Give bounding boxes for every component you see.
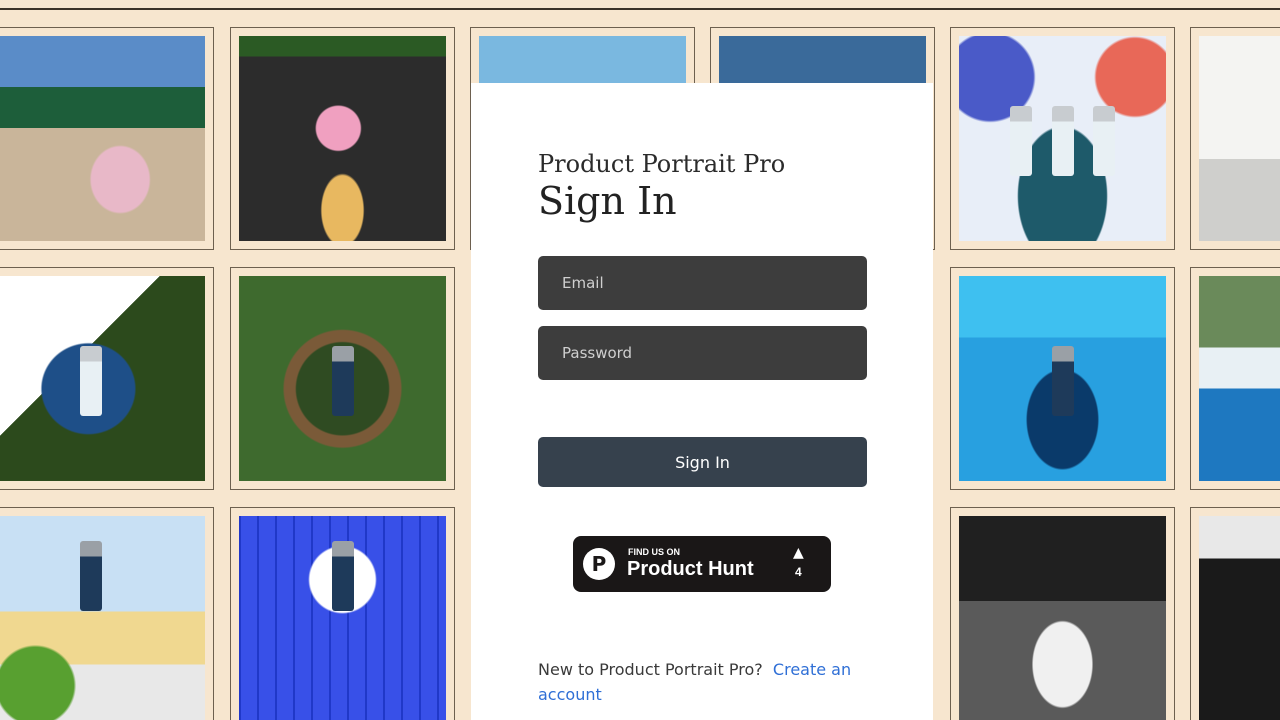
signup-prompt: New to Product Portrait Pro? Create an a… xyxy=(538,657,858,707)
serum-bottle xyxy=(331,541,354,612)
gallery-tile xyxy=(950,507,1175,720)
product-hunt-find-us-text: FIND US ON xyxy=(628,547,681,557)
serum-bottle xyxy=(79,345,102,416)
serum-in-basket-image xyxy=(0,276,205,481)
serum-bottle xyxy=(79,541,102,612)
serum-water-pedestal-image xyxy=(959,276,1166,481)
serum-bottle xyxy=(1051,105,1074,176)
product-hunt-badge[interactable]: P FIND US ON Product Hunt ▲ 4 xyxy=(573,536,831,592)
gallery-tile xyxy=(230,27,455,250)
password-field[interactable] xyxy=(538,326,867,380)
gallery-tile xyxy=(950,27,1175,250)
gallery-tile xyxy=(1190,27,1280,250)
serum-bottles-flowers-image xyxy=(959,36,1166,241)
upvote-arrow-icon: ▲ xyxy=(793,545,804,561)
signin-card: Product Portrait Pro Sign In Sign In P F… xyxy=(471,83,933,720)
upvote-count: 4 xyxy=(795,565,802,579)
email-field[interactable] xyxy=(538,256,867,310)
serum-blue-grid-image xyxy=(239,516,446,720)
gallery-tile xyxy=(1190,507,1280,720)
bw-interior-image xyxy=(1199,516,1280,720)
ice-cream-sand-image xyxy=(239,36,446,241)
serum-bottle xyxy=(331,345,354,416)
daisies-vase-image xyxy=(1199,36,1280,241)
product-hunt-name-text: Product Hunt xyxy=(627,558,754,580)
gallery-tile xyxy=(0,267,214,490)
signup-prompt-text: New to Product Portrait Pro? xyxy=(538,660,763,679)
gallery-tile xyxy=(0,507,214,720)
serum-bottle xyxy=(1010,105,1033,176)
teacups-bw-image xyxy=(959,516,1166,720)
sign-in-button[interactable]: Sign In xyxy=(538,437,867,487)
gallery-tile xyxy=(230,507,455,720)
gallery-tile xyxy=(0,27,214,250)
product-hunt-logo-icon: P xyxy=(583,548,615,580)
gallery-tile xyxy=(1190,267,1280,490)
gallery-tile xyxy=(950,267,1175,490)
app-name: Product Portrait Pro xyxy=(538,150,786,178)
succulent-water-image xyxy=(1199,276,1280,481)
serum-bottle xyxy=(1092,105,1115,176)
gallery-tile xyxy=(230,267,455,490)
serum-wreath-leaves-image xyxy=(239,276,446,481)
page-title: Sign In xyxy=(538,179,677,223)
ice-cream-beach-image xyxy=(0,36,205,241)
serum-sunny-beach-image xyxy=(0,516,205,720)
serum-bottle xyxy=(1051,345,1074,416)
